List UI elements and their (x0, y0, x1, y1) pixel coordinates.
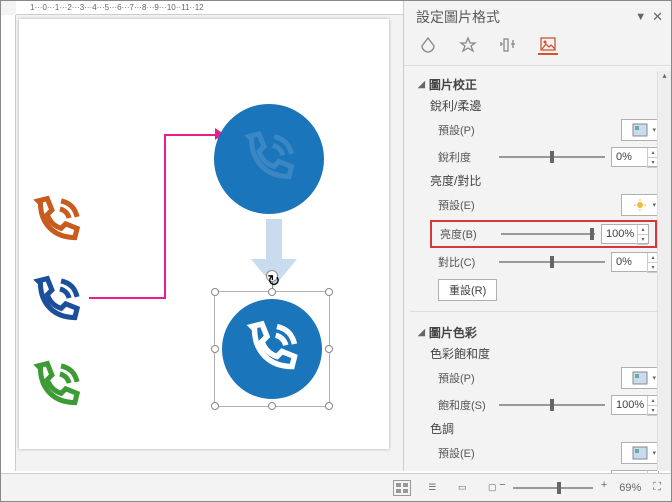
view-sorter-icon[interactable]: ☰ (423, 480, 441, 496)
tab-fill-icon[interactable] (418, 35, 438, 55)
sharpness-label: 銳利度 (438, 149, 493, 165)
brightness-label: 亮度(B) (440, 226, 495, 242)
saturation-label: 飽和度(S) (438, 397, 493, 413)
panel-dropdown-icon[interactable]: ▼ (635, 11, 646, 23)
tab-picture-icon[interactable] (538, 35, 558, 55)
contrast-value[interactable]: 0%▴▾ (611, 252, 659, 272)
connector-line (89, 297, 166, 299)
section-correction[interactable]: ◢圖片校正 (418, 74, 659, 95)
preset-label: 預設(P) (438, 370, 493, 386)
status-bar: ☰ ▭ ▢ 69% ⛶ (1, 473, 671, 501)
brightness-slider[interactable] (501, 226, 595, 242)
subsection-brightness: 亮度/對比 (418, 170, 659, 191)
contrast-slider[interactable] (499, 254, 605, 270)
tab-size-icon[interactable] (498, 35, 518, 55)
panel-close-icon[interactable]: ✕ (652, 9, 663, 25)
brightness-row-highlighted: 亮度(B) 100%▴▾ (430, 220, 657, 248)
subsection-sharpen: 銳利/柔邊 (418, 95, 659, 116)
vertical-ruler (1, 15, 16, 471)
saturation-slider[interactable] (499, 397, 605, 413)
fit-window-icon[interactable]: ⛶ (653, 481, 661, 494)
reset-button[interactable]: 重設(R) (438, 279, 497, 301)
preset-brightness-button[interactable] (621, 194, 659, 216)
saturation-value[interactable]: 100%▴▾ (611, 395, 659, 415)
preset-label: 預設(E) (438, 197, 493, 213)
format-tabs (404, 29, 671, 66)
connector-line (164, 134, 219, 136)
sharpness-slider[interactable] (499, 149, 605, 165)
brightness-value[interactable]: 100%▴▾ (601, 224, 649, 244)
subsection-saturation: 色彩飽和度 (418, 343, 659, 364)
preset-tone-button[interactable] (621, 442, 659, 464)
horizontal-ruler: 1···0···1···2···3···4···5···6···7···8···… (16, 1, 403, 15)
circle-shape-top[interactable] (214, 104, 324, 214)
selection-box[interactable]: ↻ (214, 291, 330, 407)
view-reading-icon[interactable]: ▭ (453, 480, 471, 496)
rotation-handle[interactable]: ↻ (266, 270, 278, 282)
format-picture-panel: 設定圖片格式 ▼ ✕ ◢圖片校正 銳利/柔邊 預設(P) 銳利度 (403, 1, 671, 471)
preset-label: 預設(P) (438, 122, 493, 138)
subsection-tone: 色調 (418, 418, 659, 439)
phone-icon-blue[interactable] (29, 274, 84, 334)
zoom-slider[interactable] (513, 487, 593, 489)
preset-saturation-button[interactable] (621, 367, 659, 389)
zoom-value[interactable]: 69% (619, 482, 641, 494)
preset-label: 預設(E) (438, 445, 493, 461)
slide[interactable]: ↻ (19, 19, 389, 449)
preset-sharpness-button[interactable] (621, 119, 659, 141)
phone-icon-orange[interactable] (29, 194, 84, 254)
view-normal-icon[interactable] (393, 480, 411, 496)
sharpness-value[interactable]: 0%▴▾ (611, 147, 659, 167)
panel-scrollbar[interactable]: ▴ (657, 71, 671, 471)
contrast-label: 對比(C) (438, 254, 493, 270)
phone-icon-green[interactable] (29, 359, 84, 419)
section-color[interactable]: ◢圖片色彩 (418, 322, 659, 343)
panel-title: 設定圖片格式 (416, 7, 500, 27)
connector-line (164, 134, 166, 299)
tab-effects-icon[interactable] (458, 35, 478, 55)
slide-canvas[interactable]: 1···0···1···2···3···4···5···6···7···8···… (1, 1, 403, 471)
